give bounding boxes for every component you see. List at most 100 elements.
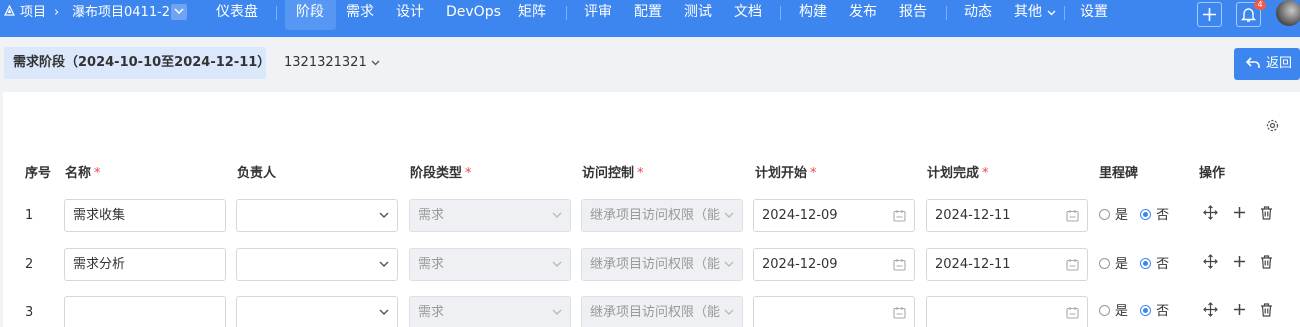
col-header-stage-type-label: 阶段类型 — [410, 166, 463, 181]
milestone-no-option[interactable]: 否 — [1140, 304, 1169, 319]
col-header-index: 序号 — [25, 166, 52, 181]
chevron-down-icon — [379, 212, 389, 218]
radio-no[interactable] — [1140, 305, 1152, 316]
nav-matrix[interactable]: 矩阵 — [518, 0, 546, 25]
col-header-owner: 负责人 — [237, 166, 277, 181]
nav-design[interactable]: 设计 — [396, 0, 424, 25]
nav-more[interactable]: 其他 — [1014, 0, 1042, 25]
create-button[interactable] — [1197, 2, 1222, 27]
nav-divider — [276, 6, 277, 20]
nav-dashboard[interactable]: 仪表盘 — [216, 0, 258, 25]
stage-type-value: 需求 — [418, 208, 445, 223]
owner-select[interactable] — [236, 199, 398, 232]
owner-select[interactable] — [236, 248, 398, 281]
row-index: 3 — [25, 305, 34, 320]
nav-release[interactable]: 发布 — [849, 0, 877, 25]
plan-end-date-input[interactable]: 2024-12-11 — [926, 199, 1088, 232]
nav-divider — [780, 6, 781, 20]
radio-yes[interactable] — [1099, 209, 1110, 220]
nav-divider — [946, 6, 947, 20]
nav-stage[interactable]: 阶段 — [296, 0, 324, 25]
owner-select[interactable] — [236, 296, 398, 327]
row-actions — [1203, 254, 1278, 272]
back-button[interactable]: 返回 — [1234, 48, 1300, 80]
plan-start-date-input[interactable]: 2024-12-09 — [753, 199, 915, 232]
radio-yes[interactable] — [1099, 305, 1110, 316]
trash-icon[interactable] — [1259, 254, 1274, 269]
milestone-yes-label: 是 — [1115, 257, 1129, 272]
nav-test[interactable]: 测试 — [684, 0, 712, 25]
plus-icon[interactable] — [1232, 205, 1247, 220]
move-icon[interactable] — [1203, 254, 1218, 269]
nav-config[interactable]: 配置 — [634, 0, 662, 25]
required-mark: * — [637, 166, 644, 181]
milestone-no-label: 否 — [1156, 304, 1170, 319]
calendar-icon — [1066, 210, 1079, 222]
row-actions — [1203, 205, 1278, 223]
access-value: 继承项目访问权限（能 — [590, 305, 721, 320]
milestone-yes-label: 是 — [1115, 304, 1129, 319]
plan-end-date-input[interactable] — [926, 296, 1088, 327]
chevron-down-icon — [552, 212, 562, 218]
milestone-yes-label: 是 — [1115, 208, 1129, 223]
nav-activity[interactable]: 动态 — [964, 0, 992, 25]
project-name[interactable]: 瀑布项目0411-2 — [72, 0, 170, 25]
milestone-no-option[interactable]: 否 — [1140, 208, 1169, 223]
name-input[interactable]: 需求分析 — [64, 248, 226, 281]
name-input[interactable]: 需求收集 — [64, 199, 226, 232]
access-select: 继承项目访问权限（能 — [581, 248, 743, 281]
nav-devops[interactable]: DevOps — [446, 0, 501, 25]
name-input[interactable] — [64, 296, 226, 327]
milestone-no-label: 否 — [1156, 208, 1170, 223]
col-header-plan-end-label: 计划完成 — [927, 166, 980, 181]
nav-settings[interactable]: 设置 — [1080, 0, 1108, 25]
breadcrumb-separator-icon: › — [54, 5, 60, 20]
col-header-stage-type: 阶段类型 * — [410, 165, 472, 183]
radio-no[interactable] — [1140, 258, 1152, 269]
plan-end-date-input[interactable]: 2024-12-11 — [926, 248, 1088, 281]
move-icon[interactable] — [1203, 302, 1218, 317]
milestone-yes-option[interactable]: 是 — [1099, 304, 1128, 319]
calendar-icon — [893, 210, 906, 222]
chevron-down-icon — [724, 261, 734, 267]
chevron-down-icon — [724, 309, 734, 315]
version-select[interactable]: 1321321321 — [284, 47, 380, 79]
project-icon — [4, 0, 15, 25]
nav-report[interactable]: 报告 — [899, 0, 927, 25]
plus-icon[interactable] — [1232, 254, 1247, 269]
stage-type-value: 需求 — [418, 305, 445, 320]
plus-icon[interactable] — [1232, 302, 1247, 317]
project-switch-dropdown[interactable] — [171, 4, 187, 20]
stage-type-select: 需求 — [409, 296, 571, 327]
nav-build[interactable]: 构建 — [799, 0, 827, 25]
nav-divider — [1064, 6, 1065, 20]
stage-type-select: 需求 — [409, 199, 571, 232]
trash-icon[interactable] — [1259, 205, 1274, 220]
plan-start-date-input[interactable] — [753, 296, 915, 327]
row-actions — [1203, 302, 1278, 320]
calendar-icon — [893, 259, 906, 271]
calendar-icon — [1066, 307, 1079, 319]
col-header-name-label: 名称 — [65, 166, 92, 181]
col-header-plan-start: 计划开始 * — [755, 165, 817, 183]
nav-review[interactable]: 评审 — [584, 0, 612, 25]
radio-no[interactable] — [1140, 209, 1152, 220]
required-mark: * — [982, 166, 989, 181]
gear-icon — [1266, 119, 1279, 132]
milestone-yes-option[interactable]: 是 — [1099, 257, 1128, 272]
radio-yes[interactable] — [1099, 258, 1110, 269]
table-settings-button[interactable] — [1265, 118, 1280, 137]
plan-start-date-input[interactable]: 2024-12-09 — [753, 248, 915, 281]
project-link[interactable]: 项目 — [20, 0, 46, 25]
avatar[interactable] — [1276, 0, 1300, 26]
nav-requirements[interactable]: 需求 — [346, 0, 374, 25]
milestone-yes-option[interactable]: 是 — [1099, 208, 1128, 223]
plan-end-value: 2024-12-11 — [935, 208, 1011, 223]
move-icon[interactable] — [1203, 205, 1218, 220]
trash-icon[interactable] — [1259, 302, 1274, 317]
chevron-down-icon — [371, 60, 380, 65]
plan-start-value: 2024-12-09 — [762, 208, 838, 223]
return-arrow-icon — [1246, 57, 1260, 68]
nav-docs[interactable]: 文档 — [734, 0, 762, 25]
milestone-no-option[interactable]: 否 — [1140, 257, 1169, 272]
